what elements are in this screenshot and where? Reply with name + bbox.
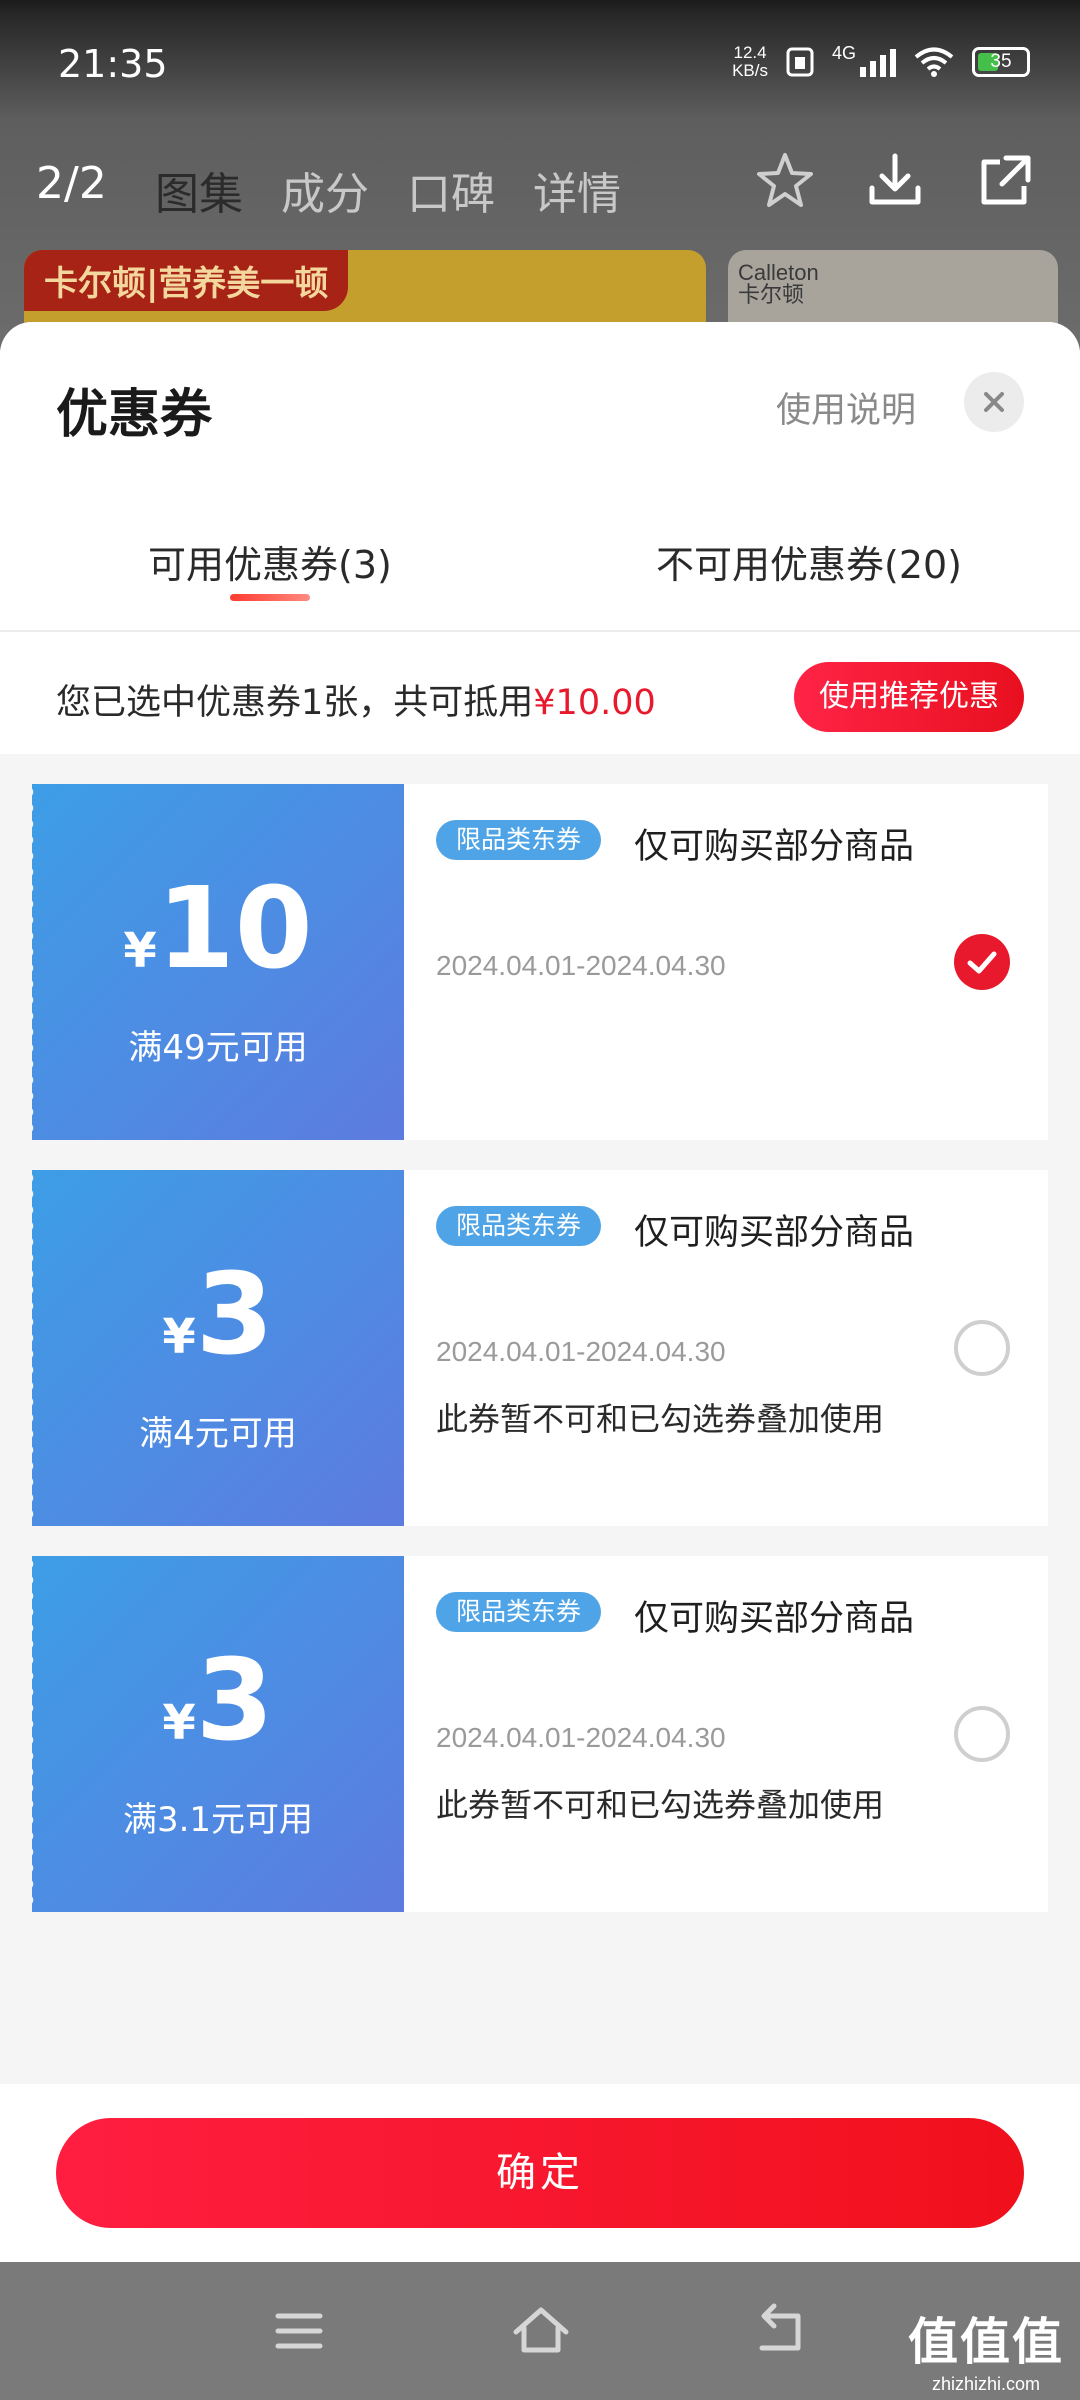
signal-icon xyxy=(860,47,896,77)
coupon-title: 仅可购买部分商品 xyxy=(634,1213,915,1253)
coupon-amount: ¥3 xyxy=(32,1645,404,1757)
currency-symbol: ¥ xyxy=(162,1309,196,1365)
watermark: 值值值 zhizhizhi.com xyxy=(908,2302,1064,2395)
battery-icon: 35 xyxy=(972,47,1030,77)
star-icon[interactable] xyxy=(754,150,816,212)
coupon-card[interactable]: ¥3 满4元可用 限品类东券 仅可购买部分商品 2024.04.01-2024.… xyxy=(28,1170,1048,1526)
summary-text: 您已选中优惠券1张，共可抵用¥10.00 xyxy=(56,674,656,725)
menu-icon[interactable] xyxy=(266,2298,332,2364)
coupon-checkbox[interactable] xyxy=(954,934,1010,990)
download-icon[interactable] xyxy=(864,150,926,212)
coupon-card[interactable]: ¥10 满49元可用 限品类东券 仅可购买部分商品 2024.04.01-202… xyxy=(28,784,1048,1140)
battery-percent: 35 xyxy=(990,51,1012,72)
coupon-validity: 2024.04.01-2024.04.30 xyxy=(436,1722,726,1753)
coupon-title: 仅可购买部分商品 xyxy=(634,1599,915,1639)
sim-card-icon xyxy=(786,47,814,77)
coupon-sheet: 优惠券 使用说明 可用优惠券(3) 不可用优惠券(20) 您已选中优惠券1张，共… xyxy=(0,322,1080,2262)
sheet-header: 优惠券 使用说明 可用优惠券(3) 不可用优惠券(20) xyxy=(0,322,1080,632)
tab-available-coupons[interactable]: 可用优惠券(3) xyxy=(148,534,392,589)
coupon-amount: ¥10 xyxy=(32,873,404,985)
currency-symbol: ¥ xyxy=(123,923,157,979)
coupon-note: 此券暂不可和已勾选券叠加使用 xyxy=(436,1400,885,1438)
tab-ingredients[interactable]: 成分 xyxy=(281,158,369,222)
confirm-button[interactable]: 确定 xyxy=(56,2118,1024,2228)
background-actions xyxy=(754,150,1036,212)
active-tab-indicator xyxy=(230,594,310,601)
brand-logo: Calleton 卡尔顿 xyxy=(738,262,819,306)
coupon-validity: 2024.04.01-2024.04.30 xyxy=(436,1336,726,1367)
back-icon[interactable] xyxy=(748,2298,814,2364)
selection-summary: 您已选中优惠券1张，共可抵用¥10.00 使用推荐优惠 xyxy=(0,632,1080,754)
amount-value: 3 xyxy=(195,1636,274,1766)
brand-logo-en: Calleton xyxy=(738,260,819,285)
coupon-type-badge: 限品类东券 xyxy=(436,820,602,860)
coupon-card[interactable]: ¥3 满3.1元可用 限品类东券 仅可购买部分商品 2024.04.01-202… xyxy=(28,1556,1048,1912)
tab-reviews[interactable]: 口碑 xyxy=(407,158,495,222)
network-speed-unit: KB/s xyxy=(732,61,768,80)
coupon-checkbox[interactable] xyxy=(954,1706,1010,1762)
system-nav-bar: 值值值 zhizhizhi.com xyxy=(0,2262,1080,2400)
network-speed-value: 12.4 xyxy=(733,43,767,62)
coupon-condition: 满3.1元可用 xyxy=(122,1800,314,1840)
coupon-value-panel: ¥3 满3.1元可用 xyxy=(28,1556,404,1912)
home-icon[interactable] xyxy=(508,2298,574,2364)
tab-gallery[interactable]: 图集 xyxy=(155,158,243,222)
coupon-checkbox[interactable] xyxy=(954,1320,1010,1376)
amount-value: 3 xyxy=(195,1250,274,1380)
use-recommended-button[interactable]: 使用推荐优惠 xyxy=(794,662,1024,732)
coupon-note: 此券暂不可和已勾选券叠加使用 xyxy=(436,1786,885,1824)
usage-instructions-link[interactable]: 使用说明 xyxy=(776,382,916,433)
image-counter: 2/2 xyxy=(36,158,107,209)
brand-logo-cn: 卡尔顿 xyxy=(738,282,805,307)
checkmark-icon xyxy=(967,951,997,974)
close-icon xyxy=(984,392,1004,412)
sheet-footer: 确定 xyxy=(0,2084,1080,2262)
share-icon[interactable] xyxy=(974,150,1036,212)
wifi-icon xyxy=(914,47,954,77)
sheet-title: 优惠券 xyxy=(56,385,213,445)
coupon-amount: ¥3 xyxy=(32,1259,404,1371)
network-type: 4G xyxy=(831,42,856,63)
coupon-type-badge: 限品类东券 xyxy=(436,1206,602,1246)
background-page: 21:35 12.4 KB/s 4G 35 2/2 图集 成分 口碑 详情 卡尔… xyxy=(0,0,1080,340)
status-bar-icons: 12.4 KB/s 4G 35 xyxy=(732,42,1030,80)
watermark-logo: 值值值 xyxy=(908,2313,1064,2371)
tab-unavailable-coupons[interactable]: 不可用优惠券(20) xyxy=(656,534,962,589)
coupon-type-badge: 限品类东券 xyxy=(436,1592,602,1632)
network-speed: 12.4 KB/s xyxy=(732,44,768,80)
currency-symbol: ¥ xyxy=(162,1695,196,1751)
close-button[interactable] xyxy=(964,372,1024,432)
watermark-url: zhizhizhi.com xyxy=(931,2374,1041,2394)
background-tabs: 图集 成分 口碑 详情 xyxy=(155,158,621,222)
tab-details[interactable]: 详情 xyxy=(533,158,621,222)
status-time: 21:35 xyxy=(58,42,168,86)
summary-label: 您已选中优惠券1张，共可抵用 xyxy=(56,683,534,723)
coupon-title: 仅可购买部分商品 xyxy=(634,827,915,867)
summary-amount: ¥10.00 xyxy=(533,683,656,723)
banner-tag: 卡尔顿|营养美一顿 xyxy=(24,250,349,311)
coupon-condition: 满4元可用 xyxy=(139,1414,297,1454)
coupon-validity: 2024.04.01-2024.04.30 xyxy=(436,950,726,981)
coupon-value-panel: ¥10 满49元可用 xyxy=(28,784,404,1140)
amount-value: 10 xyxy=(156,864,313,994)
coupon-value-panel: ¥3 满4元可用 xyxy=(28,1170,404,1526)
coupon-condition: 满49元可用 xyxy=(128,1028,308,1068)
